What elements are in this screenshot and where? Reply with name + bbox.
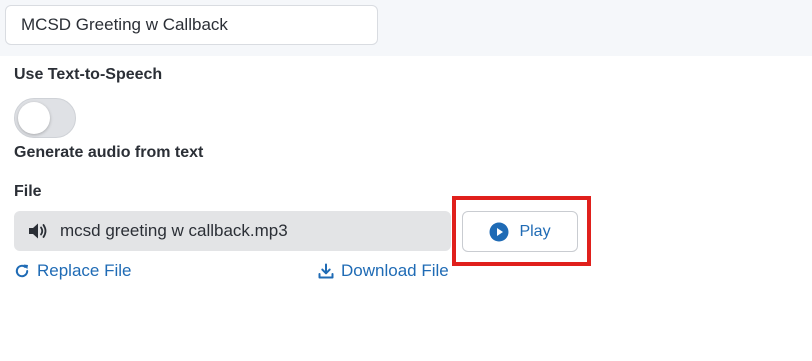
greeting-name-input[interactable] bbox=[5, 5, 378, 45]
download-file-link[interactable]: Download File bbox=[318, 261, 449, 281]
play-label: Play bbox=[519, 222, 551, 240]
play-button[interactable]: Play bbox=[462, 211, 578, 252]
file-label: File bbox=[14, 183, 42, 200]
speaker-icon bbox=[28, 222, 48, 240]
download-icon bbox=[318, 263, 334, 279]
file-name: mcsd greeting w callback.mp3 bbox=[60, 221, 288, 240]
tts-label: Use Text-to-Speech bbox=[14, 66, 163, 83]
tts-helper-text: Generate audio from text bbox=[14, 144, 204, 161]
refresh-icon bbox=[14, 263, 30, 279]
replace-file-link[interactable]: Replace File bbox=[14, 261, 132, 281]
replace-file-label: Replace File bbox=[37, 261, 132, 280]
toggle-knob bbox=[18, 102, 50, 134]
download-file-label: Download File bbox=[341, 261, 449, 280]
file-display: mcsd greeting w callback.mp3 bbox=[14, 211, 451, 251]
tts-toggle[interactable] bbox=[14, 98, 76, 138]
play-circle-icon bbox=[489, 222, 509, 242]
